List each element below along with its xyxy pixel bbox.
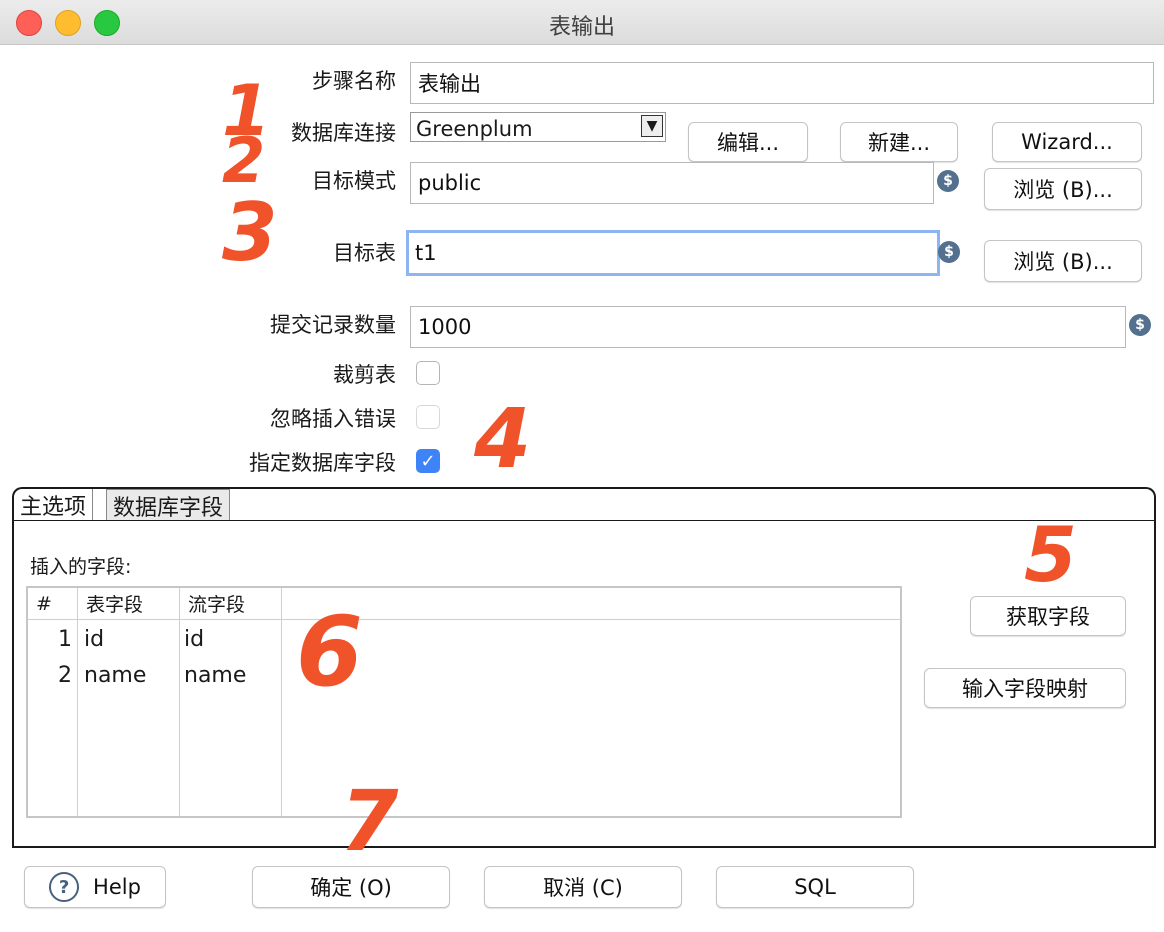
target-schema-input[interactable]: public <box>410 162 934 204</box>
annotation-number: 4 <box>474 392 532 487</box>
column-divider <box>179 620 180 816</box>
help-button[interactable]: ? Help <box>24 866 166 908</box>
edit-connection-button[interactable]: 编辑... <box>688 122 808 162</box>
wizard-button[interactable]: Wizard... <box>992 122 1142 162</box>
column-header-filler <box>282 588 900 620</box>
variable-icon[interactable]: $ <box>937 170 959 192</box>
target-table-input[interactable]: t1 <box>406 230 940 276</box>
chevron-down-icon[interactable]: ▼ <box>641 115 663 137</box>
annotation-number: 3 <box>222 186 278 279</box>
window-title: 表输出 <box>548 15 615 40</box>
tab-database-fields[interactable]: 数据库字段 <box>106 489 231 521</box>
column-header-stream-field[interactable]: 流字段 <box>180 588 282 620</box>
annotation-number: 6 <box>296 596 363 708</box>
sql-button[interactable]: SQL <box>716 866 914 908</box>
column-header-number[interactable]: # <box>28 588 78 620</box>
annotation-number: 7 <box>340 772 399 870</box>
step-name-input[interactable]: 表输出 <box>410 62 1154 104</box>
ignore-insert-errors-label: 忽略插入错误 <box>270 407 396 431</box>
browse-schema-button[interactable]: 浏览 (B)... <box>984 168 1142 210</box>
help-icon: ? <box>49 872 80 902</box>
specify-db-fields-checkbox[interactable]: ✓ <box>416 449 440 473</box>
row-number: 1 <box>58 626 72 652</box>
browse-table-button[interactable]: 浏览 (B)... <box>984 240 1142 282</box>
help-button-label: Help <box>93 875 141 899</box>
column-header-table-field[interactable]: 表字段 <box>78 588 180 620</box>
row-number: 2 <box>58 662 72 688</box>
truncate-table-label: 裁剪表 <box>333 363 396 387</box>
insert-fields-label: 插入的字段: <box>30 556 132 578</box>
variable-icon[interactable]: $ <box>1129 314 1151 336</box>
title-bar: 表输出 <box>0 0 1164 45</box>
truncate-table-checkbox[interactable] <box>416 361 440 385</box>
get-fields-button[interactable]: 获取字段 <box>970 596 1126 636</box>
dialog-window: 表输出 步骤名称 表输出 数据库连接 Greenplum ▼ 编辑... 新建.… <box>0 0 1164 932</box>
variable-icon[interactable]: $ <box>938 241 960 263</box>
annotation-number: 5 <box>1024 510 1077 599</box>
tab-main-options[interactable]: 主选项 <box>14 489 94 521</box>
db-connection-select[interactable]: Greenplum ▼ <box>410 112 666 142</box>
ignore-insert-errors-checkbox[interactable] <box>416 405 440 429</box>
column-divider <box>77 620 78 816</box>
table-field-cell[interactable]: name <box>84 658 178 692</box>
new-connection-button[interactable]: 新建... <box>840 122 958 162</box>
checkmark-icon: ✓ <box>420 450 436 472</box>
ok-button[interactable]: 确定 (O) <box>252 866 450 908</box>
stream-field-cell[interactable]: name <box>184 658 278 692</box>
commit-size-label: 提交记录数量 <box>270 313 396 337</box>
commit-size-input[interactable]: 1000 <box>410 306 1126 348</box>
db-connection-value: Greenplum <box>416 117 533 141</box>
specify-db-fields-label: 指定数据库字段 <box>249 451 396 475</box>
stream-field-cell[interactable]: id <box>184 622 278 656</box>
column-divider <box>281 620 282 816</box>
cancel-button[interactable]: 取消 (C) <box>484 866 682 908</box>
table-field-cell[interactable]: id <box>84 622 178 656</box>
input-field-mapping-button[interactable]: 输入字段映射 <box>924 668 1126 708</box>
fields-table: # 表字段 流字段 1 id id 2 name name <box>26 586 902 818</box>
